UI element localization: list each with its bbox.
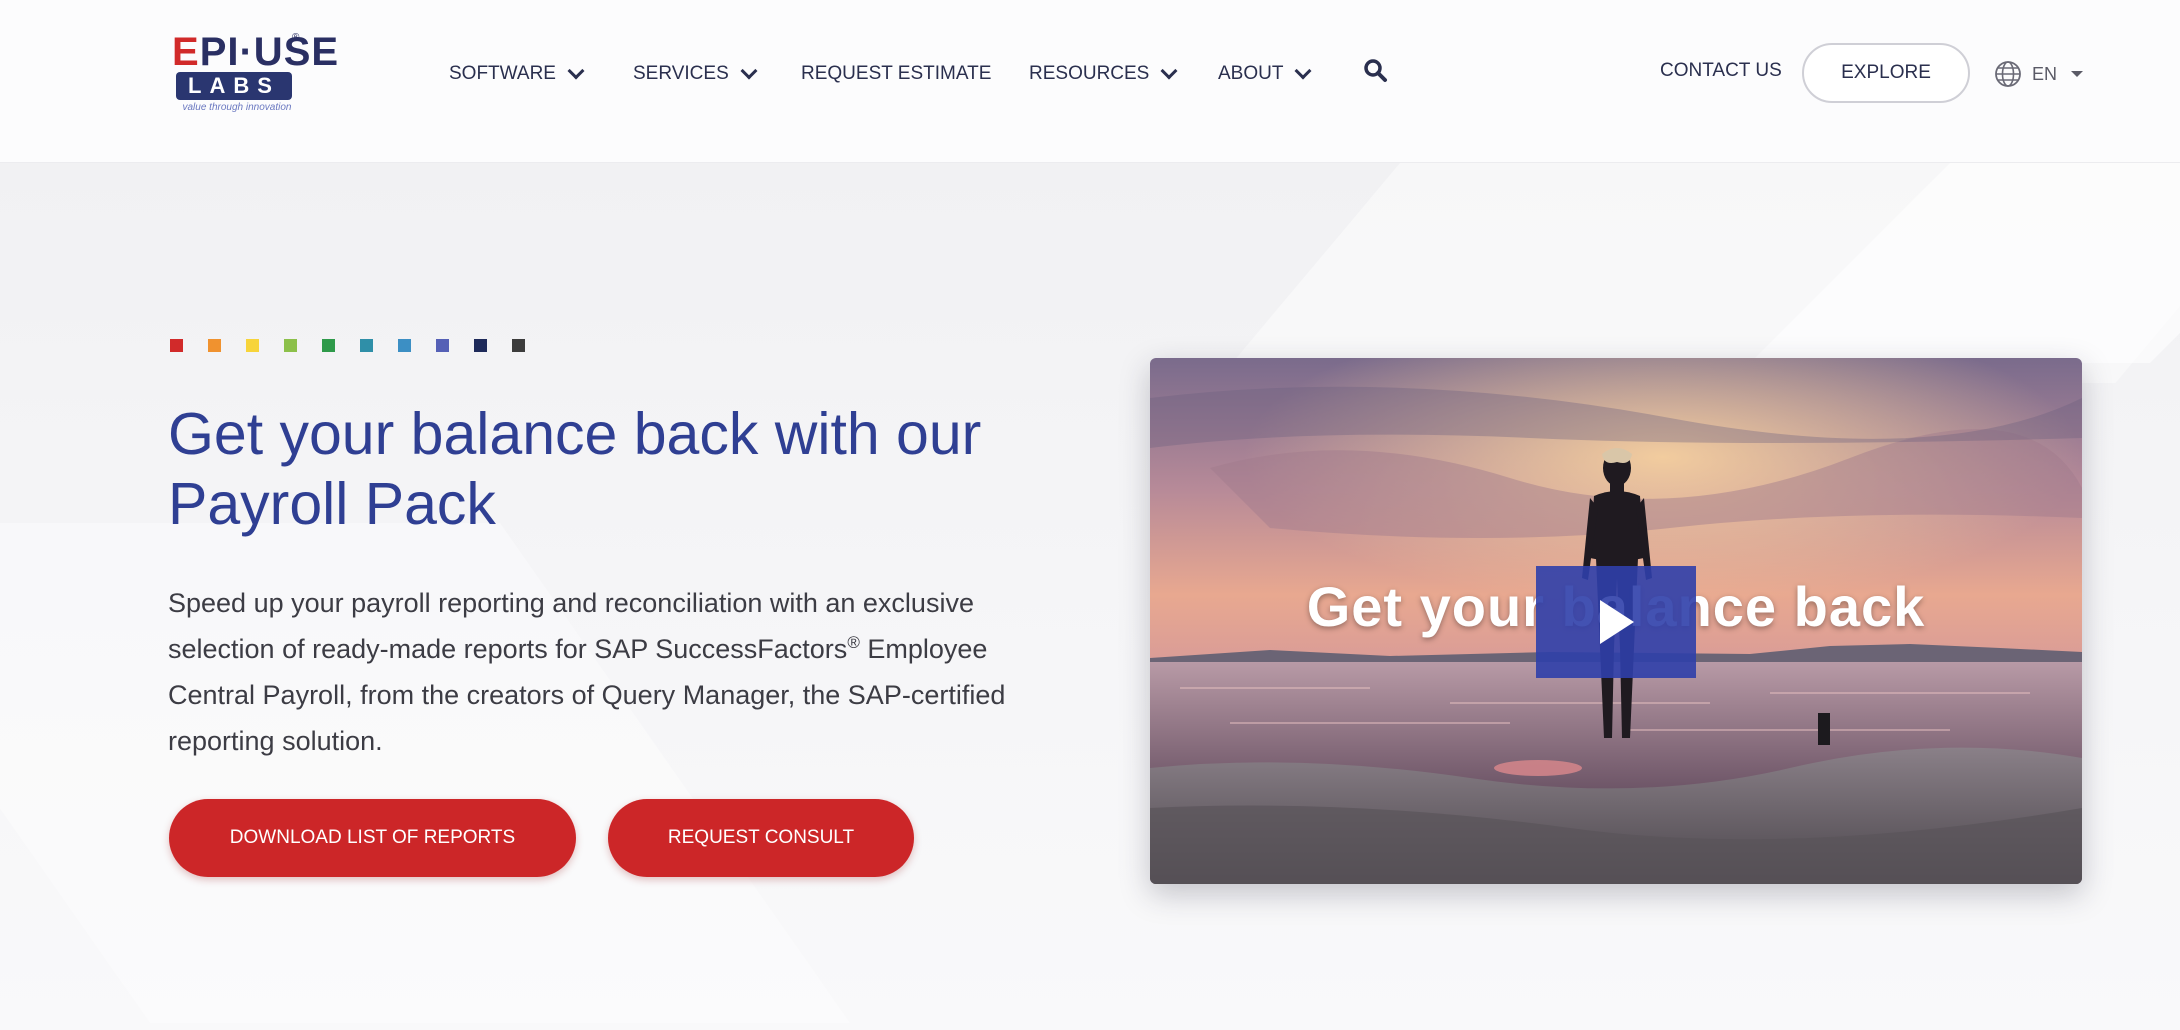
- globe-icon: [1995, 61, 2021, 87]
- language-code: EN: [2032, 63, 2058, 84]
- nav-about-label: ABOUT: [1218, 63, 1284, 84]
- epi-use-labs-logo[interactable]: EPI·USE ® LABS value through innovation: [170, 30, 338, 116]
- chevron-down-icon: [1160, 62, 1178, 80]
- accent-dot: [284, 339, 297, 352]
- accent-dots: [170, 339, 525, 352]
- accent-dot: [474, 339, 487, 352]
- accent-dot: [436, 339, 449, 352]
- site-header: EPI·USE ® LABS value through innovation …: [0, 0, 2180, 163]
- accent-dot: [208, 339, 221, 352]
- logo-mark: EPI·USE: [172, 30, 340, 74]
- explore-button[interactable]: EXPLORE: [1802, 43, 1970, 103]
- nav-resources-label: RESOURCES: [1029, 63, 1150, 84]
- nav-request-estimate[interactable]: REQUEST ESTIMATE: [801, 60, 991, 88]
- hero-description: Speed up your payroll reporting and reco…: [168, 580, 1068, 764]
- language-selector[interactable]: EN: [1994, 60, 2084, 88]
- logo-tagline: value through innovation: [182, 102, 292, 113]
- nav-request-estimate-label: REQUEST ESTIMATE: [801, 63, 992, 84]
- nav-resources[interactable]: RESOURCES: [1029, 60, 1178, 88]
- accent-dot: [398, 339, 411, 352]
- registered-mark: ®: [847, 633, 860, 652]
- video-player[interactable]: Get your balance back: [1150, 358, 2082, 884]
- accent-dot: [322, 339, 335, 352]
- hero-headline: Get your balance back with our Payroll P…: [168, 401, 982, 537]
- search-icon[interactable]: [1363, 58, 1389, 84]
- nav-about[interactable]: ABOUT: [1218, 60, 1312, 88]
- play-button[interactable]: [1536, 566, 1696, 678]
- chevron-down-icon: [740, 62, 758, 80]
- nav-software-label: SOFTWARE: [449, 63, 556, 84]
- accent-dot: [360, 339, 373, 352]
- nav-services[interactable]: SERVICES: [633, 60, 758, 88]
- chevron-down-icon: [567, 62, 585, 80]
- caret-down-icon: [2071, 71, 2084, 77]
- download-list-of-reports-button[interactable]: DOWNLOAD LIST OF REPORTS: [169, 799, 576, 877]
- contact-us-link[interactable]: CONTACT US: [1660, 60, 1782, 82]
- logo-labs: LABS: [176, 72, 292, 100]
- nav-software[interactable]: SOFTWARE: [449, 60, 585, 88]
- nav-services-label: SERVICES: [633, 63, 729, 84]
- hero-description-text: Speed up your payroll reporting and reco…: [168, 588, 974, 664]
- accent-dot: [170, 339, 183, 352]
- chevron-down-icon: [1294, 62, 1312, 80]
- hero-section: Get your balance back with our Payroll P…: [0, 163, 2180, 1030]
- request-consult-button[interactable]: REQUEST CONSULT: [608, 799, 914, 877]
- play-icon: [1600, 600, 1634, 644]
- accent-dot: [246, 339, 259, 352]
- accent-dot: [512, 339, 525, 352]
